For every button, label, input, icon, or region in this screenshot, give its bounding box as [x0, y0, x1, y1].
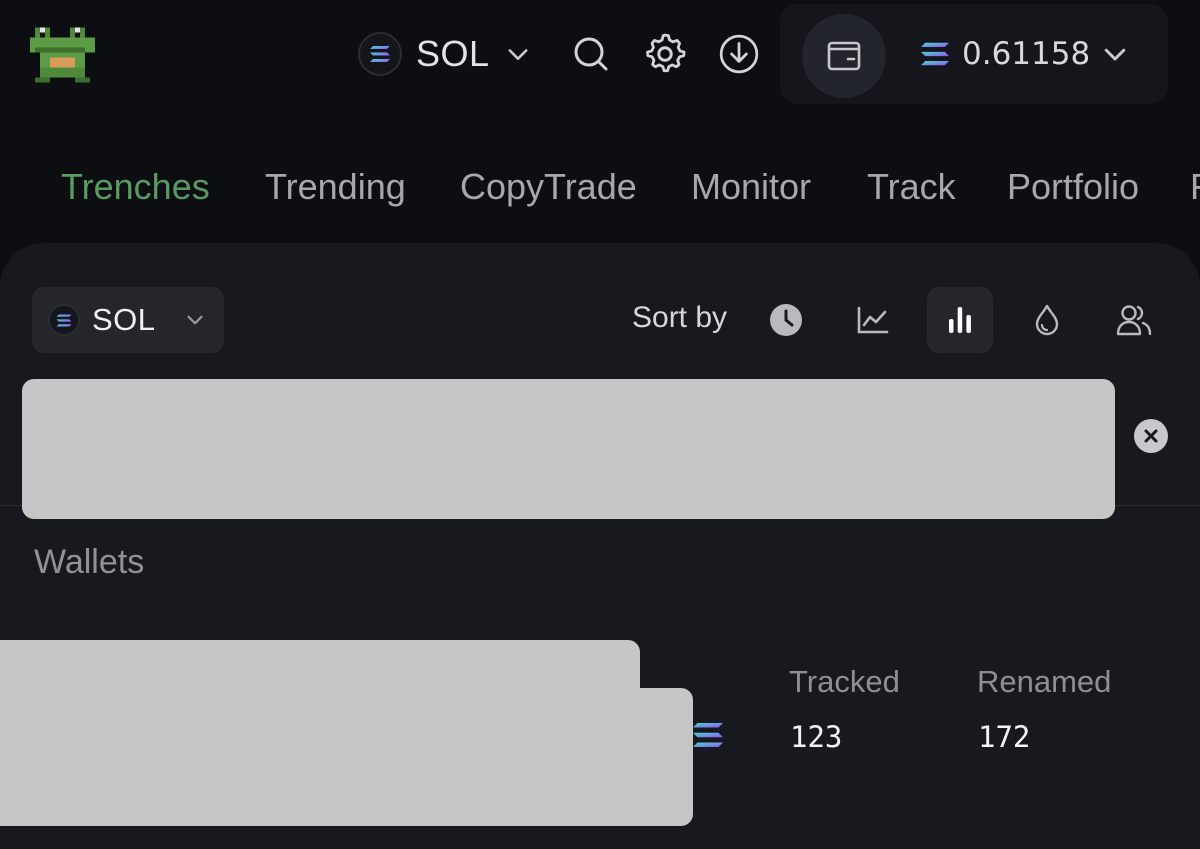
nav-track[interactable]: Track [867, 166, 956, 208]
sol-balance: 0.61158 [962, 36, 1091, 72]
tracked-label: Tracked [789, 664, 900, 699]
close-icon [1144, 429, 1158, 443]
download-icon [719, 34, 759, 74]
tracked-count: 123 [790, 720, 843, 754]
nav-more-cutoff[interactable]: F [1190, 166, 1200, 208]
chain-label: SOL [416, 33, 490, 74]
nav-monitor[interactable]: Monitor [691, 166, 811, 208]
nav-copytrade[interactable]: CopyTrade [460, 166, 637, 208]
sort-liquidity-button[interactable] [1014, 287, 1080, 353]
search-icon [574, 37, 608, 71]
sort-time-button[interactable] [753, 287, 819, 353]
chevron-down-icon [1104, 48, 1126, 61]
nav-trenches[interactable]: Trenches [61, 166, 210, 208]
wallet-summary-row[interactable]: Tracked 123 Renamed 172 [0, 638, 1200, 838]
line-chart-icon [857, 306, 889, 334]
balance-selector[interactable]: 0.61158 [918, 32, 1130, 76]
sort-by-label: Sort by [632, 301, 728, 334]
solana-icon [48, 304, 80, 336]
chain-selector[interactable]: SOL [358, 30, 532, 78]
renamed-count: 172 [978, 720, 1031, 754]
wallet-button[interactable] [802, 14, 886, 98]
clear-search-button[interactable] [1134, 419, 1168, 453]
wallet-icon [827, 41, 861, 71]
clock-icon [770, 304, 802, 336]
sort-bar-chart-button[interactable] [927, 287, 993, 353]
wallet-pill: 0.61158 [780, 4, 1168, 104]
chevron-down-icon [186, 315, 203, 325]
chevron-down-icon [508, 49, 527, 60]
top-bar: SOL 0.61158 [0, 0, 1200, 115]
solana-icon [921, 42, 949, 66]
bar-chart-icon [949, 307, 971, 333]
liquidity-drop-icon [1035, 304, 1059, 336]
panel-chain-label: SOL [92, 302, 156, 337]
search-input[interactable] [22, 379, 1115, 519]
main-panel: SOL Sort by Wallets Tracked 123 Renamed … [0, 243, 1200, 849]
gear-icon [646, 33, 686, 73]
main-nav: Trenches Trending CopyTrade Monitor Trac… [0, 160, 1200, 222]
sort-holders-button[interactable] [1101, 287, 1167, 353]
nav-trending[interactable]: Trending [265, 166, 406, 208]
settings-button[interactable] [642, 30, 688, 78]
search-button[interactable] [568, 30, 614, 78]
wallets-title: Wallets [34, 543, 145, 581]
redacted-area [0, 688, 693, 826]
nav-portfolio[interactable]: Portfolio [1007, 166, 1139, 208]
solana-icon [693, 723, 723, 747]
panel-chain-selector[interactable]: SOL [32, 287, 224, 353]
sort-volume-chart-button[interactable] [840, 287, 906, 353]
solana-icon [358, 32, 402, 76]
download-button[interactable] [716, 30, 762, 78]
frog-logo[interactable] [30, 22, 100, 88]
renamed-label: Renamed [977, 664, 1112, 699]
users-icon [1116, 305, 1152, 336]
